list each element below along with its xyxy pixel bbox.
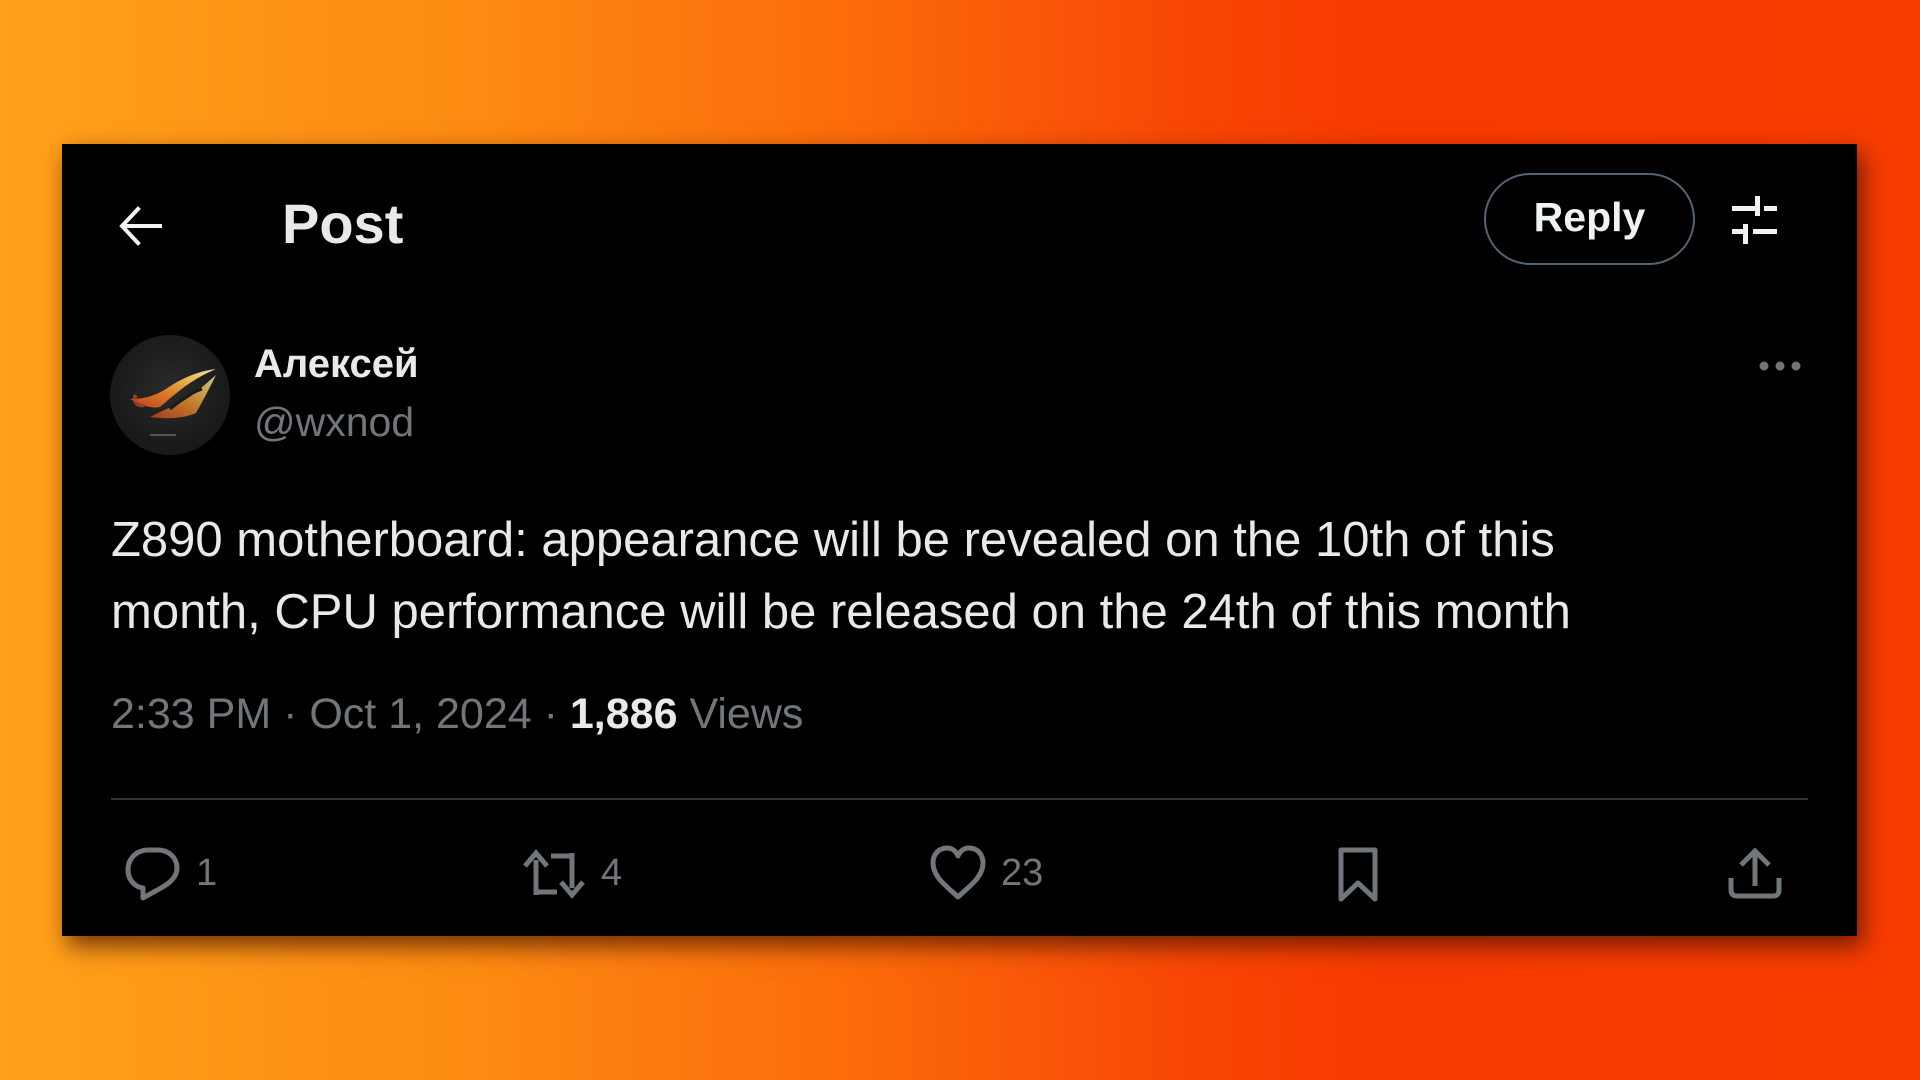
rog-logo-avatar [130,369,216,436]
post-time[interactable]: 2:33 PM [111,690,271,738]
page-title: Post [282,192,404,255]
like-count: 23 [1001,852,1044,894]
reply-button[interactable]: Reply [1484,173,1695,265]
more-horizontal-icon [1759,361,1801,371]
more-options-button[interactable] [1752,350,1808,382]
post-text-line: Z890 motherboard: appearance will be rev… [111,513,1555,567]
author-handle[interactable]: @wxnod [254,398,414,446]
author-display-name[interactable]: Алексей [254,340,419,388]
divider [111,798,1808,800]
share-action-button[interactable] [1724,838,1786,908]
like-action-button[interactable]: 23 [927,838,1043,908]
share-upload-icon [1728,847,1782,899]
post-text-line: month, CPU performance will be released … [111,585,1571,639]
reply-action-button[interactable]: 1 [122,838,217,908]
meta-separator: · [271,690,310,738]
avatar[interactable] [110,335,230,455]
reply-bubble-icon [125,847,180,901]
post-card: Post Reply Алексей @wxnod Z890 motherboa… [62,144,1857,936]
post-date[interactable]: Oct 1, 2024 [309,690,531,738]
bookmark-icon [1338,847,1378,902]
post-metadata: 2:33 PM · Oct 1, 2024 · 1,886 Views [111,684,803,744]
heart-icon [930,845,986,900]
back-button[interactable] [114,200,166,252]
retweet-count: 4 [601,852,623,894]
bookmark-action-button[interactable] [1327,838,1389,908]
views-label[interactable]: Views [689,690,803,738]
sliders-icon [1732,196,1777,244]
settings-button[interactable] [1726,192,1782,248]
reply-count: 1 [196,852,218,894]
meta-separator: · [531,690,570,738]
retweet-icon [523,849,585,899]
post-text: Z890 motherboard: appearance will be rev… [111,504,1831,648]
arrow-left-icon [119,206,162,246]
retweet-action-button[interactable]: 4 [519,838,622,908]
views-count[interactable]: 1,886 [570,690,678,738]
